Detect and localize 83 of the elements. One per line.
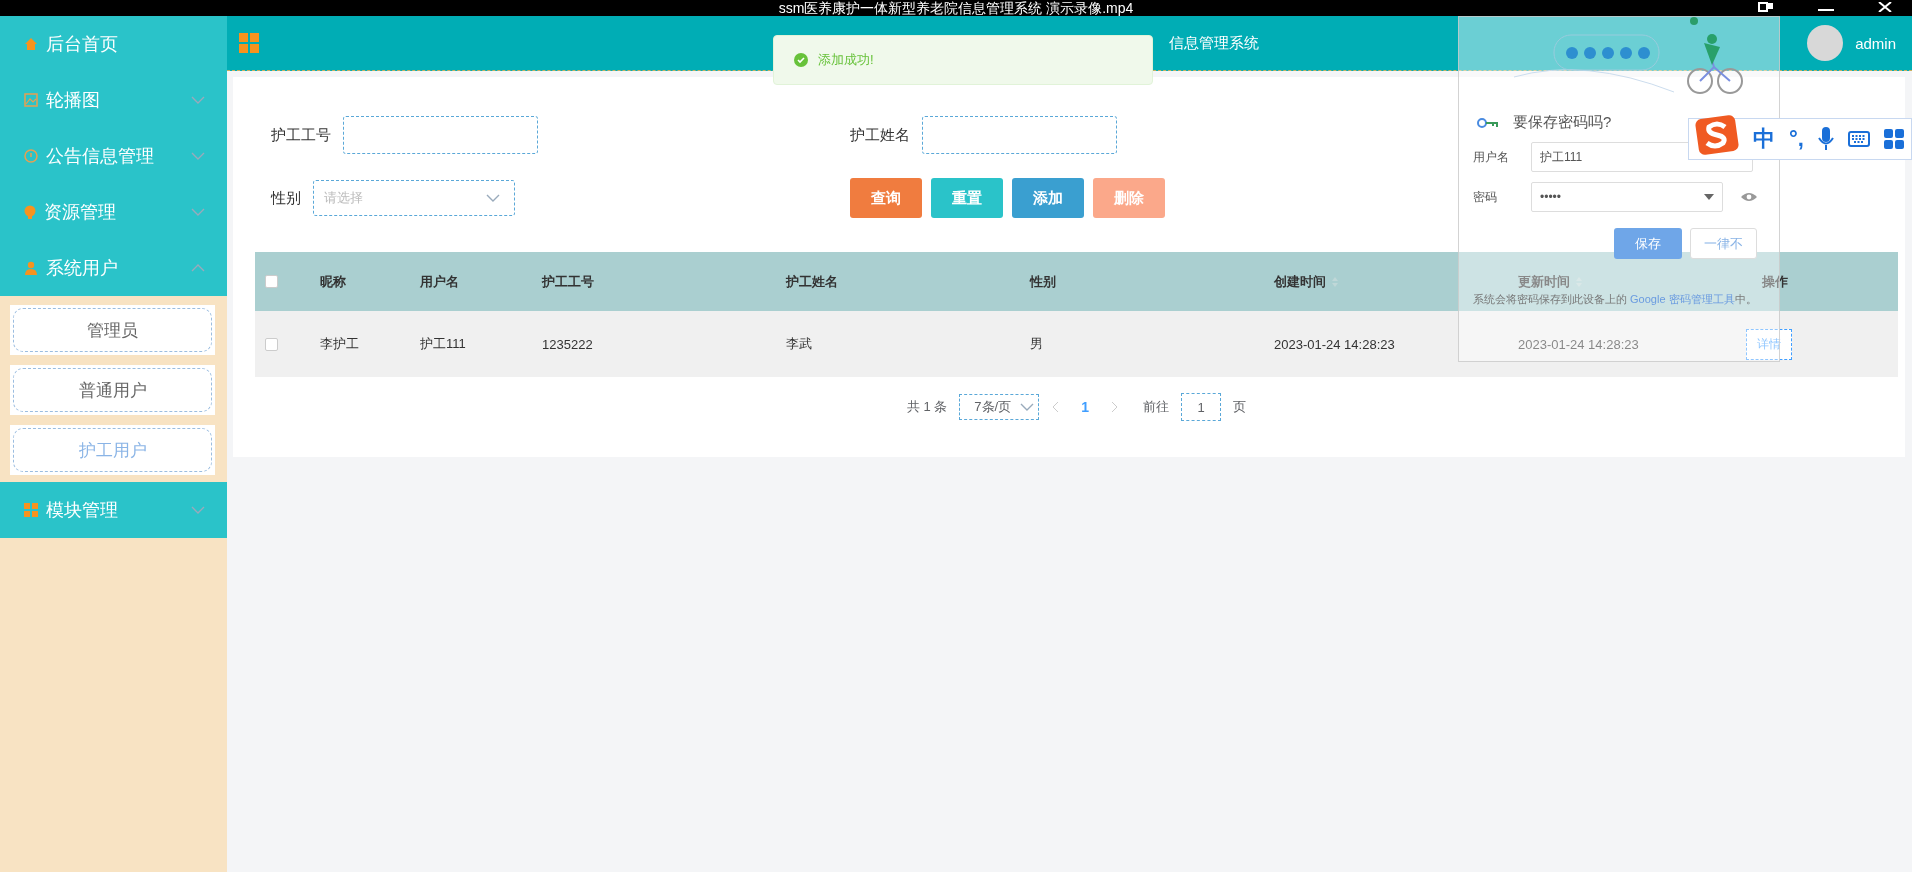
action-button[interactable]: 添加 xyxy=(1012,178,1084,218)
popup-title: 要保存密码吗? xyxy=(1513,113,1612,132)
total-count: 共 1 条 xyxy=(906,398,948,416)
table-cell-text: 2023-01-24 14:28:23 xyxy=(1517,336,1640,352)
home-icon xyxy=(24,37,38,51)
video-title: ssm医养康护一体新型养老院信息管理系统 演示录像.mp4 xyxy=(778,0,1134,16)
action-button[interactable]: 删除 xyxy=(1093,178,1165,218)
chevron-down-icon xyxy=(191,96,205,104)
table-cell-text: 1235222 xyxy=(541,336,594,352)
info-icon xyxy=(24,149,38,163)
checkbox[interactable] xyxy=(265,337,278,351)
table-cell-text: 护工111 xyxy=(419,335,467,353)
toast-message: 添加成功! xyxy=(818,51,874,69)
table-cell-text: 李护工 xyxy=(319,335,360,353)
keyboard-icon[interactable] xyxy=(1847,131,1870,147)
input-field[interactable] xyxy=(343,116,538,154)
sidebar-item[interactable]: 模块管理 xyxy=(0,482,227,538)
column-header: 操作 xyxy=(1762,272,1788,291)
column-header: 创建时间 xyxy=(1274,272,1326,291)
image-icon xyxy=(24,93,38,107)
chevron-down-icon xyxy=(486,194,500,202)
column-header: 护工工号 xyxy=(542,272,594,291)
restore-icon[interactable] xyxy=(1758,2,1774,12)
grid-icon[interactable] xyxy=(1883,129,1904,149)
sidebar-item[interactable]: 后台首页 xyxy=(0,16,227,72)
input-field[interactable] xyxy=(922,116,1117,154)
eye-icon[interactable] xyxy=(1741,192,1757,202)
chevron-down-icon xyxy=(191,208,205,216)
goto-label: 前往 xyxy=(1143,398,1170,416)
details-button[interactable]: 详情 xyxy=(1746,328,1792,360)
punctuation-mode[interactable]: °, xyxy=(1789,126,1804,152)
save-button[interactable]: 保存 xyxy=(1614,228,1682,259)
chevron-up-icon xyxy=(191,264,205,272)
table-cell-text: 男 xyxy=(1029,335,1044,353)
username[interactable]: admin xyxy=(1855,34,1896,52)
key-icon xyxy=(1477,117,1499,128)
page-suffix: 页 xyxy=(1233,398,1247,416)
column-header: 用户名 xyxy=(420,272,459,291)
column-header: 性别 xyxy=(1030,272,1056,291)
close-icon[interactable] xyxy=(1878,2,1892,12)
user-icon xyxy=(24,261,38,275)
avatar[interactable] xyxy=(1807,25,1844,61)
prev-page-icon[interactable] xyxy=(1051,401,1060,413)
column-header: 更新时间 xyxy=(1518,272,1570,291)
action-button[interactable]: 重置 xyxy=(931,178,1003,218)
never-button[interactable]: 一律不 xyxy=(1690,228,1757,259)
submenu-item[interactable]: 护工用户 xyxy=(13,428,212,472)
submenu-item[interactable]: 普通用户 xyxy=(13,368,212,412)
sidebar-item[interactable]: 资源管理 xyxy=(0,184,227,240)
field-label: 护工姓名 xyxy=(850,125,910,145)
caret-icon xyxy=(1704,194,1714,200)
checkbox[interactable] xyxy=(265,275,278,288)
page-size-select[interactable]: 7条/页 xyxy=(959,394,1040,420)
sidebar-item[interactable]: 公告信息管理 xyxy=(0,128,227,184)
bulb-icon xyxy=(24,204,36,220)
password-manager-link[interactable]: Google 密码管理工具 xyxy=(1630,293,1735,305)
column-header: 昵称 xyxy=(320,272,346,291)
ime-mode[interactable]: 中 xyxy=(1753,124,1775,154)
chevron-down-icon xyxy=(1020,403,1035,411)
sidebar-item[interactable]: 轮播图 xyxy=(0,72,227,128)
column-header: 护工姓名 xyxy=(786,272,838,291)
check-circle-icon xyxy=(794,53,808,67)
table-cell-text: 2023-01-24 14:28:23 xyxy=(1273,336,1396,352)
field-label: 密码 xyxy=(1473,188,1498,206)
password-field[interactable]: ••••• xyxy=(1531,182,1723,212)
table-cell-text: 李武 xyxy=(785,335,813,353)
page-number[interactable]: 1 xyxy=(1071,399,1100,415)
page-input[interactable]: 1 xyxy=(1181,393,1222,421)
field-label: 用户名 xyxy=(1473,148,1510,166)
submenu-item[interactable]: 管理员 xyxy=(13,308,212,352)
select-field[interactable]: 请选择 xyxy=(313,180,515,216)
chevron-down-icon xyxy=(191,152,205,160)
microphone-icon[interactable] xyxy=(1817,127,1834,151)
sidebar-item[interactable]: 系统用户 xyxy=(0,240,227,296)
popup-note: 系统会将密码保存到此设备上的 Google 密码管理工具中。 xyxy=(1472,292,1758,307)
action-button[interactable]: 查询 xyxy=(850,178,922,218)
system-title: 信息管理系统 xyxy=(1169,33,1259,53)
chevron-down-icon xyxy=(191,506,205,514)
grid-icon xyxy=(24,503,38,517)
next-page-icon[interactable] xyxy=(1111,401,1120,413)
field-label: 性别 xyxy=(271,188,301,208)
s-logo-icon[interactable] xyxy=(1695,113,1739,157)
field-label: 护工工号 xyxy=(271,125,331,145)
